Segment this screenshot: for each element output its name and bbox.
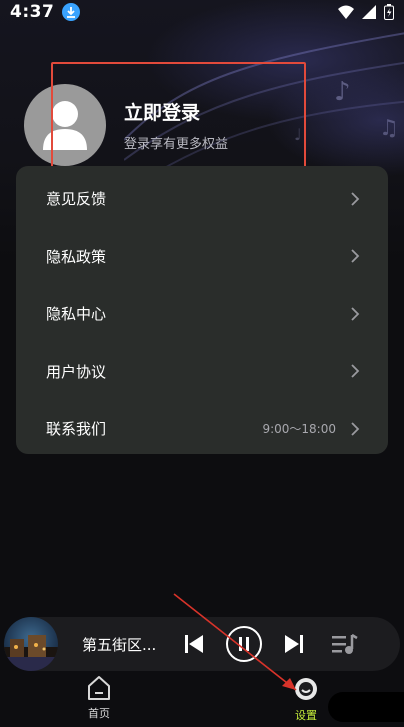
next-button[interactable]	[282, 632, 306, 656]
highlight-box	[51, 62, 306, 172]
settings-icon	[295, 678, 317, 700]
chevron-right-icon	[350, 248, 360, 264]
redacted-region	[328, 692, 404, 722]
battery-icon	[384, 4, 394, 20]
download-icon	[62, 3, 81, 21]
pause-button[interactable]	[226, 626, 262, 662]
mini-player[interactable]: 第五街区...	[4, 617, 400, 671]
signal-icon	[362, 5, 376, 19]
service-hours: 9:00～18:00	[262, 422, 336, 437]
svg-text:♫: ♫	[379, 116, 399, 141]
menu-item-privacy-center[interactable]: 隐私中心	[16, 285, 388, 343]
menu-item-label: 联系我们	[46, 420, 107, 439]
previous-icon	[185, 635, 203, 653]
album-cover[interactable]	[4, 617, 58, 671]
menu-item-label: 隐私中心	[46, 305, 107, 324]
playlist-button[interactable]	[332, 633, 358, 655]
chevron-right-icon	[350, 191, 360, 207]
status-bar: 4:37	[0, 0, 404, 24]
settings-menu: 意见反馈 隐私政策 隐私中心 用户协议 联系我们 9:00～18:00	[16, 166, 388, 454]
menu-item-label: 用户协议	[46, 362, 107, 381]
menu-item-user-agreement[interactable]: 用户协议	[16, 343, 388, 401]
tab-label: 设置	[295, 709, 317, 722]
next-icon	[285, 635, 303, 653]
chevron-right-icon	[350, 306, 360, 322]
menu-item-contact-us[interactable]: 联系我们 9:00～18:00	[16, 400, 388, 458]
chevron-right-icon	[350, 421, 360, 437]
chevron-right-icon	[350, 363, 360, 379]
tab-settings[interactable]: 设置	[276, 675, 336, 723]
song-title[interactable]: 第五街区...	[82, 634, 168, 655]
menu-item-label: 隐私政策	[46, 247, 107, 266]
pause-icon	[226, 626, 262, 662]
status-time: 4:37	[10, 2, 55, 22]
menu-item-feedback[interactable]: 意见反馈	[16, 170, 388, 228]
playlist-icon	[332, 633, 358, 654]
home-icon	[88, 676, 110, 700]
svg-text:♪: ♪	[334, 77, 351, 107]
previous-button[interactable]	[182, 632, 206, 656]
tab-home[interactable]: 首页	[69, 675, 129, 721]
menu-item-label: 意见反馈	[46, 190, 107, 209]
tab-label: 首页	[88, 707, 110, 720]
menu-item-privacy-policy[interactable]: 隐私政策	[16, 228, 388, 286]
wifi-icon	[338, 5, 354, 19]
